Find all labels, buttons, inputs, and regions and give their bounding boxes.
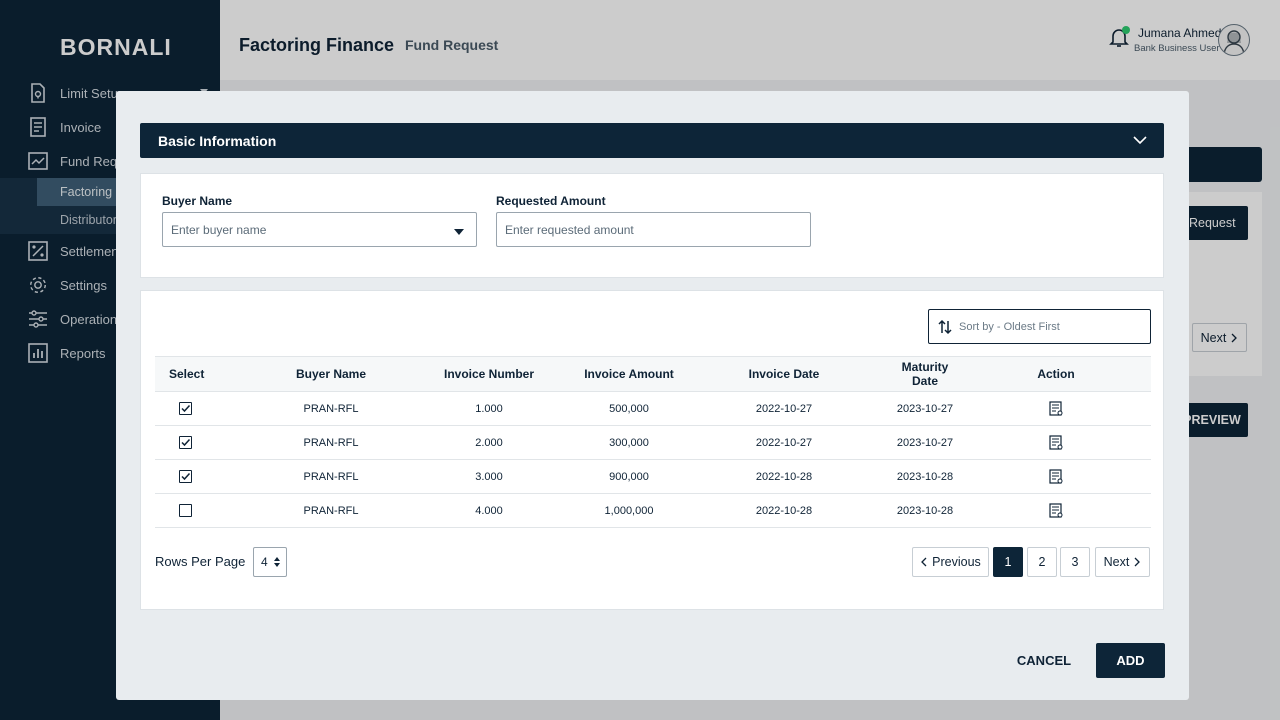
- row-checkbox[interactable]: [179, 504, 192, 517]
- basic-information-form: Buyer Name Requested Amount: [140, 173, 1164, 278]
- rows-per-page-select[interactable]: 4: [253, 547, 287, 577]
- cell-maturity-date: 2023-10-27: [896, 436, 954, 449]
- add-label: ADD: [1116, 653, 1145, 668]
- column-header-maturity-date: Maturity Date: [901, 360, 949, 388]
- next-page-button[interactable]: Next: [1095, 547, 1150, 577]
- invoice-table: Select Buyer Name Invoice Number Invoice…: [155, 356, 1151, 528]
- cell-invoice-amount: 900,000: [609, 470, 649, 483]
- sort-icon: [938, 319, 952, 334]
- cell-buyer-name: PRAN-RFL: [303, 436, 359, 449]
- chevron-right-icon: [1134, 557, 1141, 567]
- chevron-left-icon: [921, 557, 927, 567]
- cancel-label: CANCEL: [1016, 652, 1072, 668]
- basic-information-header[interactable]: Basic Information: [140, 123, 1164, 158]
- checkmark-icon: [181, 472, 191, 481]
- add-button[interactable]: ADD: [1096, 643, 1165, 678]
- page-button-1[interactable]: 1: [993, 547, 1023, 577]
- page-button-3[interactable]: 3: [1060, 547, 1090, 577]
- cell-invoice-date: 2022-10-27: [755, 436, 813, 449]
- view-document-icon[interactable]: [1049, 503, 1063, 518]
- cell-invoice-number: 2.000: [475, 436, 503, 449]
- column-header-action: Action: [1037, 367, 1075, 381]
- chevron-down-icon[interactable]: [1133, 133, 1147, 147]
- table-row: PRAN-RFL 4.000 1,000,000 2022-10-28 2023…: [155, 494, 1151, 528]
- column-header-invoice-date: Invoice Date: [748, 367, 820, 381]
- table-row: PRAN-RFL 1.000 500,000 2022-10-27 2023-1…: [155, 392, 1151, 426]
- column-header-invoice-number: Invoice Number: [443, 367, 535, 381]
- cell-invoice-number: 1.000: [475, 402, 503, 415]
- cell-invoice-number: 3.000: [475, 470, 503, 483]
- column-header-invoice-amount: Invoice Amount: [584, 367, 674, 381]
- cancel-button[interactable]: CANCEL: [1010, 643, 1078, 677]
- add-invoice-modal: Basic Information Buyer Name Requested A…: [116, 91, 1189, 700]
- column-header-select: Select: [169, 367, 205, 381]
- table-row: PRAN-RFL 3.000 900,000 2022-10-28 2023-1…: [155, 460, 1151, 494]
- sort-placeholder: Sort by - Oldest First: [959, 320, 1060, 333]
- stepper-arrows-icon: [274, 557, 280, 567]
- cell-maturity-date: 2023-10-28: [896, 504, 954, 517]
- cell-invoice-amount: 300,000: [609, 436, 649, 449]
- section-title: Basic Information: [158, 132, 277, 149]
- cell-invoice-amount: 1,000,000: [604, 504, 654, 517]
- page-number: 3: [1071, 555, 1079, 569]
- checkmark-icon: [181, 404, 191, 413]
- view-document-icon[interactable]: [1049, 469, 1063, 484]
- caret-down-icon[interactable]: [454, 229, 464, 235]
- rows-per-page-label: Rows Per Page: [155, 554, 246, 569]
- cell-buyer-name: PRAN-RFL: [303, 402, 359, 415]
- cell-buyer-name: PRAN-RFL: [303, 470, 359, 483]
- table-row: PRAN-RFL 2.000 300,000 2022-10-27 2023-1…: [155, 426, 1151, 460]
- buyer-name-select[interactable]: [162, 212, 477, 247]
- view-document-icon[interactable]: [1049, 435, 1063, 450]
- page-number: 1: [1004, 555, 1012, 569]
- table-header-row: Select Buyer Name Invoice Number Invoice…: [155, 356, 1151, 392]
- previous-page-button[interactable]: Previous: [912, 547, 989, 577]
- invoice-table-card: Sort by - Oldest First Select Buyer Name…: [140, 290, 1164, 610]
- requested-amount-label: Requested Amount: [496, 194, 606, 208]
- column-header-buyer-name: Buyer Name: [295, 367, 367, 381]
- cell-invoice-date: 2022-10-28: [755, 504, 813, 517]
- row-checkbox[interactable]: [179, 470, 192, 483]
- cell-invoice-date: 2022-10-27: [755, 402, 813, 415]
- row-checkbox[interactable]: [179, 436, 192, 449]
- row-checkbox[interactable]: [179, 402, 192, 415]
- page-button-2[interactable]: 2: [1027, 547, 1057, 577]
- cell-maturity-date: 2023-10-27: [896, 402, 954, 415]
- cell-invoice-number: 4.000: [475, 504, 503, 517]
- cell-invoice-amount: 500,000: [609, 402, 649, 415]
- requested-amount-input[interactable]: [496, 212, 811, 247]
- checkmark-icon: [181, 438, 191, 447]
- next-label: Next: [1103, 555, 1130, 569]
- rows-per-page-value: 4: [261, 555, 268, 569]
- buyer-name-label: Buyer Name: [162, 194, 233, 208]
- cell-buyer-name: PRAN-RFL: [303, 504, 359, 517]
- previous-label: Previous: [932, 555, 981, 569]
- cell-maturity-date: 2023-10-28: [896, 470, 954, 483]
- sort-select[interactable]: Sort by - Oldest First: [928, 309, 1151, 344]
- page-number: 2: [1038, 555, 1046, 569]
- cell-invoice-date: 2022-10-28: [755, 470, 813, 483]
- view-document-icon[interactable]: [1049, 401, 1063, 416]
